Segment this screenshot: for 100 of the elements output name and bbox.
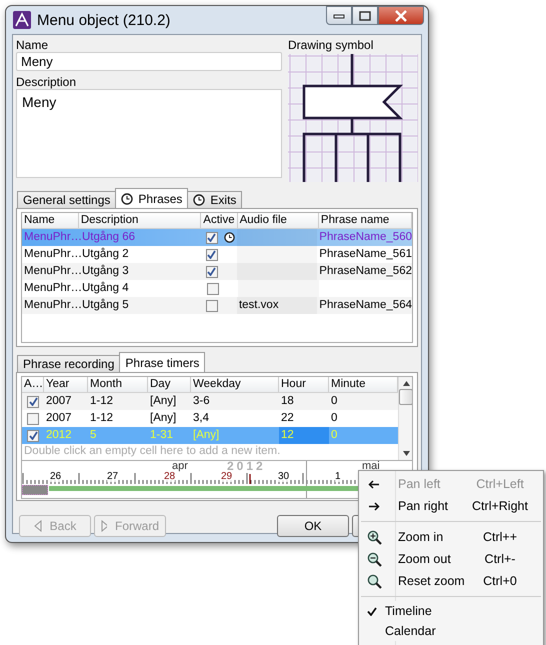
window-title: Menu object (210.2) (37, 12, 170, 28)
name-field[interactable]: Meny (16, 52, 282, 71)
checkbox[interactable] (27, 430, 39, 442)
column-header[interactable]: Phrase name (318, 213, 412, 228)
table-cell-text: 2007 (45, 411, 73, 426)
table-cell-text: [Any] (149, 394, 178, 409)
scrollbar[interactable] (398, 377, 412, 460)
table-cell-text: Utgång 2 (81, 246, 130, 262)
minimize-button[interactable] (326, 6, 352, 25)
tab[interactable]: Exits (187, 191, 242, 208)
table-cell-text: 22 (280, 411, 295, 426)
column-header[interactable]: Description (78, 213, 202, 228)
table-row[interactable]: 2007 1-12 [Any] 3-6 18 0 (22, 393, 398, 410)
menu-item[interactable]: Calendar (359, 621, 543, 641)
column-header[interactable]: Day (148, 377, 191, 392)
tab[interactable]: Phrases (115, 188, 188, 208)
menu-item[interactable]: Timeline (359, 601, 543, 621)
tab[interactable]: Phrase timers (119, 352, 206, 372)
table-cell-text: 0 (330, 428, 338, 443)
menu-item[interactable]: Zoom out Ctrl+- (359, 548, 543, 570)
checkbox[interactable] (206, 266, 218, 278)
day-label: 27 (107, 472, 118, 482)
maximize-button[interactable] (352, 6, 378, 25)
triangle-right-icon (101, 520, 107, 532)
zoom-out-icon (366, 552, 382, 566)
hint-text: Double click an empty cell here to add a new item. (23, 444, 282, 458)
table-row[interactable]: MenuPhr…Utgång 66 PhraseName_560 (22, 229, 412, 246)
clock-icon (193, 194, 206, 206)
table-cell-text: MenuPhr… (23, 298, 80, 313)
checkbox[interactable] (27, 396, 39, 408)
close-button[interactable] (378, 6, 424, 25)
table-row[interactable]: MenuPhr…Utgång 5 test.vox PhraseName_564 (22, 297, 412, 314)
column-header[interactable]: Weekday (191, 377, 279, 392)
magnifier-icon (366, 574, 382, 588)
day-label: 29 (221, 472, 232, 482)
scroll-down-icon (402, 451, 410, 456)
table-cell-text: PhraseName_561 (319, 247, 412, 262)
field-label: Description (16, 76, 78, 89)
table-row[interactable]: MenuPhr…Utgång 4 (22, 280, 412, 297)
column-header[interactable]: Hour (279, 377, 329, 392)
table-cell-text: 1-12 (89, 411, 114, 426)
table-cell-text: 5 (89, 428, 98, 443)
app-logo-icon (13, 11, 31, 29)
menu-item[interactable]: Zoom in Ctrl++ (359, 526, 543, 548)
table-cell-text: Utgång 3 (81, 264, 130, 279)
field-label: Name (16, 39, 50, 52)
table-cell-text: PhraseName_560 (319, 230, 412, 245)
table-cell-text: MenuPhr… (23, 230, 80, 245)
day-label: 30 (278, 472, 290, 482)
range-block (22, 485, 48, 495)
day-label: 26 (50, 472, 62, 482)
menu-item[interactable]: Reset zoom Ctrl+0 (359, 570, 543, 592)
checkbox[interactable] (206, 248, 218, 260)
maximize-icon (359, 10, 371, 20)
arrow-right-icon (368, 502, 380, 510)
table-cell-text: [Any] (192, 428, 220, 443)
column-header[interactable]: Month (88, 377, 148, 392)
tab[interactable]: General settings (17, 191, 116, 208)
month-label: mai (362, 461, 380, 472)
triangle-left-icon (34, 520, 42, 532)
table-cell-text: MenuPhr… (23, 281, 80, 296)
table-row[interactable]: MenuPhr…Utgång 2 PhraseName_561 (22, 246, 412, 263)
scroll-thumb[interactable] (399, 389, 412, 405)
table-cell-text: [Any] (149, 411, 178, 426)
table-cell-text: 1-12 (89, 394, 114, 409)
table-cell-text: MenuPhr… (23, 247, 80, 262)
checkbox[interactable] (207, 282, 220, 294)
table-cell-text: PhraseName_562 (319, 264, 412, 279)
column-header[interactable]: Year (44, 377, 88, 392)
day-label: 28 (164, 472, 176, 482)
scroll-up-icon (402, 381, 410, 386)
table-cell: 12 (279, 427, 329, 444)
close-icon (394, 10, 408, 22)
table-cell-text: 2007 (45, 394, 73, 409)
checkbox[interactable] (206, 300, 218, 312)
zoom-in-icon (366, 530, 382, 544)
checkbox[interactable] (206, 232, 218, 244)
column-header[interactable]: Name (22, 213, 79, 228)
table-cell-text: 18 (280, 394, 295, 409)
table-cell-text: 3,4 (192, 411, 210, 426)
year-label: 2012 (227, 461, 266, 472)
table-cell-text: Utgång 5 (81, 298, 130, 313)
tab[interactable]: Phrase recording (17, 355, 120, 372)
menu-item[interactable]: Pan right Ctrl+Right (359, 495, 543, 517)
column-header[interactable]: Audio file (238, 213, 319, 228)
table-row[interactable]: 2007 1-12 [Any] 3,4 22 0 (22, 410, 398, 427)
table-cell-text: PhraseName_564 (319, 298, 412, 313)
checkbox[interactable] (27, 412, 39, 424)
description-field[interactable]: Meny (16, 89, 282, 178)
minimize-icon (333, 12, 345, 20)
table-cell-text: 0 (330, 394, 338, 409)
day-label: 1 (335, 472, 341, 482)
column-header[interactable]: A… (22, 377, 44, 392)
field-label: Drawing symbol (288, 39, 374, 52)
table-cell-text: test.vox (238, 298, 279, 313)
column-header[interactable]: Active (201, 213, 238, 228)
arrow-left-icon (368, 480, 380, 488)
dialog-button[interactable]: OK (277, 515, 349, 537)
table-row[interactable]: MenuPhr…Utgång 3 PhraseName_562 (22, 263, 412, 280)
month-label: apr (172, 461, 188, 472)
